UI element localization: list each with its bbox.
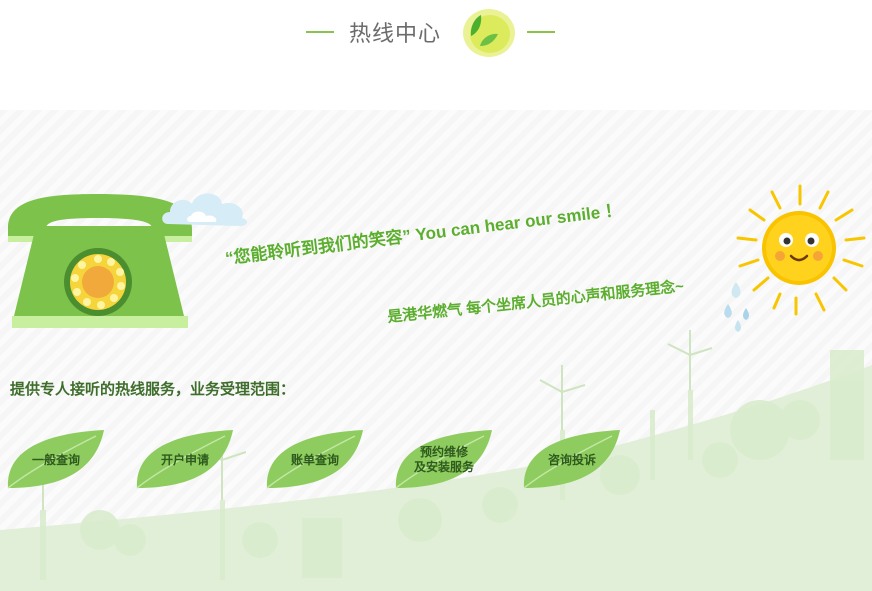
slogan: “您能聆听到我们的笑容” You can hear our smile ！ 是港… <box>224 199 685 326</box>
slogan-line-1: “您能聆听到我们的笑容” You can hear our smile ！ <box>224 199 623 268</box>
service-label: 开户申请 <box>160 452 209 467</box>
leaf-badge-icon <box>463 9 515 57</box>
service-label: 咨询投诉 <box>547 452 596 467</box>
service-intro: 提供专人接听的热线服务，业务受理范围： <box>10 380 296 398</box>
service-general-inquiry[interactable]: 一般查询 <box>4 428 108 492</box>
slogan-line-2: 是港华燃气 每个坐席人员的心声和服务理念~ <box>386 277 685 326</box>
service-label: 一般查询 <box>31 452 80 467</box>
service-label: 账单查询 <box>290 452 339 467</box>
water-drops-icon <box>724 282 749 332</box>
title-left-line <box>306 31 334 33</box>
hotline-panel: “您能聆听到我们的笑容” You can hear our smile ！ 是港… <box>0 110 872 591</box>
service-repair-installation[interactable]: 预约维修 及安装服务 <box>392 428 496 492</box>
service-consultation-complaint[interactable]: 咨询投诉 <box>520 428 624 492</box>
service-label: 预约维修 及安装服务 <box>413 445 474 474</box>
service-account-opening[interactable]: 开户申请 <box>133 428 237 492</box>
service-bill-inquiry[interactable]: 账单查询 <box>263 428 367 492</box>
section-header: 热线中心 <box>0 0 872 110</box>
title-right-line <box>527 31 555 33</box>
page-title: 热线中心 <box>349 22 442 47</box>
